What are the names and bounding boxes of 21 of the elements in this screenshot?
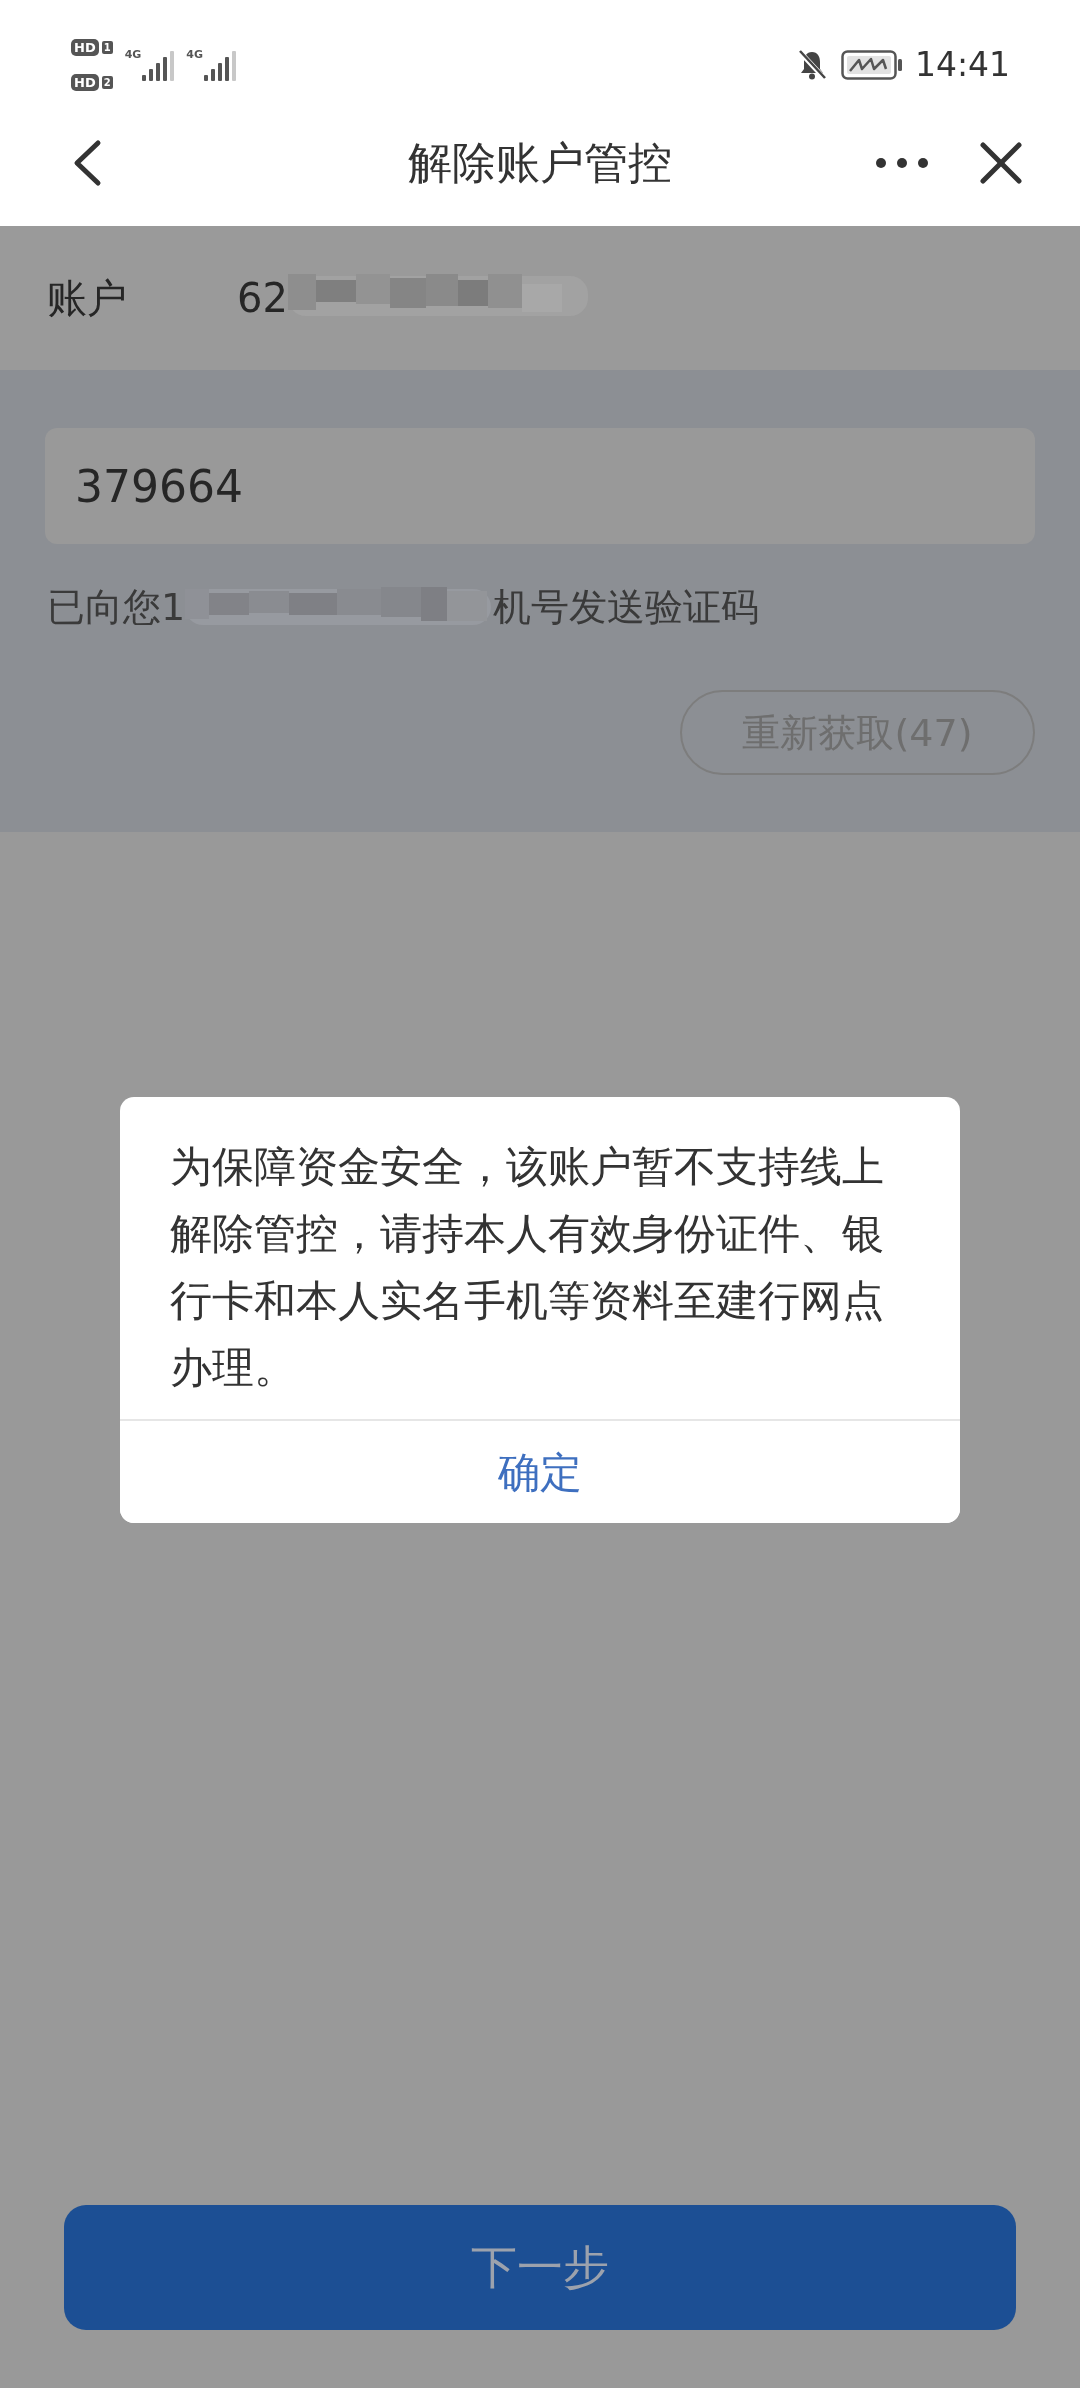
hd-badge: HD (71, 39, 99, 56)
clock-time: 14:41 (914, 45, 1010, 85)
signal-bars-icon (204, 49, 237, 81)
muted-bell-icon (796, 49, 827, 81)
sms-notice-text: 机号发送验证码 (493, 584, 760, 631)
close-icon[interactable] (980, 142, 1022, 184)
network-type-label: 4G (124, 49, 142, 61)
dialog-message: 为保障资金安全，该账户暂不支持线上解除管控，请持本人有效身份证件、银行卡和本人实名手机等资料至建行网点办理。 (169, 1141, 885, 1394)
hd-badge: HD (71, 74, 99, 91)
signal-bars-icon (142, 49, 175, 81)
network-type-label: 4G (186, 49, 204, 61)
back-icon[interactable] (72, 139, 102, 187)
code-input-field[interactable]: 379664 (45, 428, 1035, 544)
sim-slot-badge: 1 (101, 41, 113, 54)
account-label: 账户 (47, 274, 128, 323)
charging-battery-icon (840, 50, 903, 80)
more-icon[interactable] (876, 158, 928, 168)
sim-slot-badge: 2 (101, 76, 113, 89)
page-title: 解除账户管控 (408, 136, 672, 190)
sms-notice-text: 已向您1 (47, 584, 186, 631)
account-number: 62 (237, 274, 288, 323)
